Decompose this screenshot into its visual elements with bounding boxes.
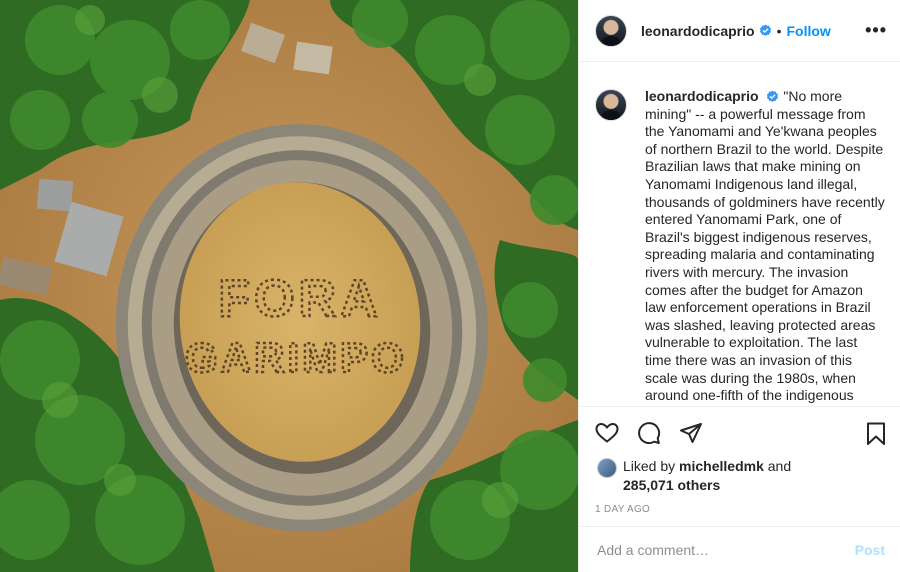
photo-text-fora: FORA bbox=[218, 270, 381, 328]
photo-text-garimpo: GARIMPO bbox=[185, 334, 407, 381]
caption-text: "No more mining" -- a powerful message f… bbox=[645, 88, 885, 406]
liked-by-user[interactable]: michelledmk bbox=[679, 458, 764, 474]
post-header: leonardodicaprio • Follow ••• bbox=[579, 0, 900, 62]
comment-icon[interactable] bbox=[637, 421, 661, 445]
post-photo[interactable]: FORA GARIMPO bbox=[0, 0, 578, 572]
comment-input[interactable] bbox=[597, 541, 855, 558]
post-timestamp[interactable]: 1 DAY AGO bbox=[595, 504, 650, 515]
verified-badge-icon bbox=[759, 24, 771, 36]
paper-plane-icon[interactable] bbox=[679, 421, 703, 445]
header-separator: • bbox=[776, 22, 782, 39]
caption-verified-badge-icon bbox=[767, 90, 779, 102]
author-avatar[interactable] bbox=[595, 14, 627, 47]
liker-avatar[interactable] bbox=[597, 458, 617, 478]
post-side-panel: leonardodicaprio • Follow ••• leonardodi… bbox=[578, 0, 900, 572]
liked-by-prefix: Liked by bbox=[623, 458, 676, 474]
likes-count[interactable]: 285,071 others bbox=[623, 477, 720, 493]
caption-section: leonardodicaprio "No more mining" -- a p… bbox=[579, 62, 900, 406]
comment-bar: Post bbox=[579, 526, 900, 572]
heart-icon[interactable] bbox=[595, 421, 619, 445]
author-username[interactable]: leonardodicaprio bbox=[641, 23, 755, 39]
more-options-icon[interactable]: ••• bbox=[865, 20, 887, 41]
follow-button[interactable]: Follow bbox=[786, 23, 830, 39]
post-actions: Liked by michelledmk and 285,071 others … bbox=[579, 406, 900, 526]
bookmark-icon[interactable] bbox=[865, 422, 887, 446]
caption-author-avatar[interactable] bbox=[595, 89, 627, 121]
caption: leonardodicaprio "No more mining" -- a p… bbox=[645, 88, 885, 406]
likes-summary: Liked by michelledmk and 285,071 others bbox=[597, 457, 791, 495]
caption-username[interactable]: leonardodicaprio bbox=[645, 88, 759, 104]
post-comment-button[interactable]: Post bbox=[855, 542, 885, 558]
liked-by-and: and bbox=[767, 458, 792, 474]
aerial-village-image: FORA GARIMPO bbox=[0, 0, 578, 572]
